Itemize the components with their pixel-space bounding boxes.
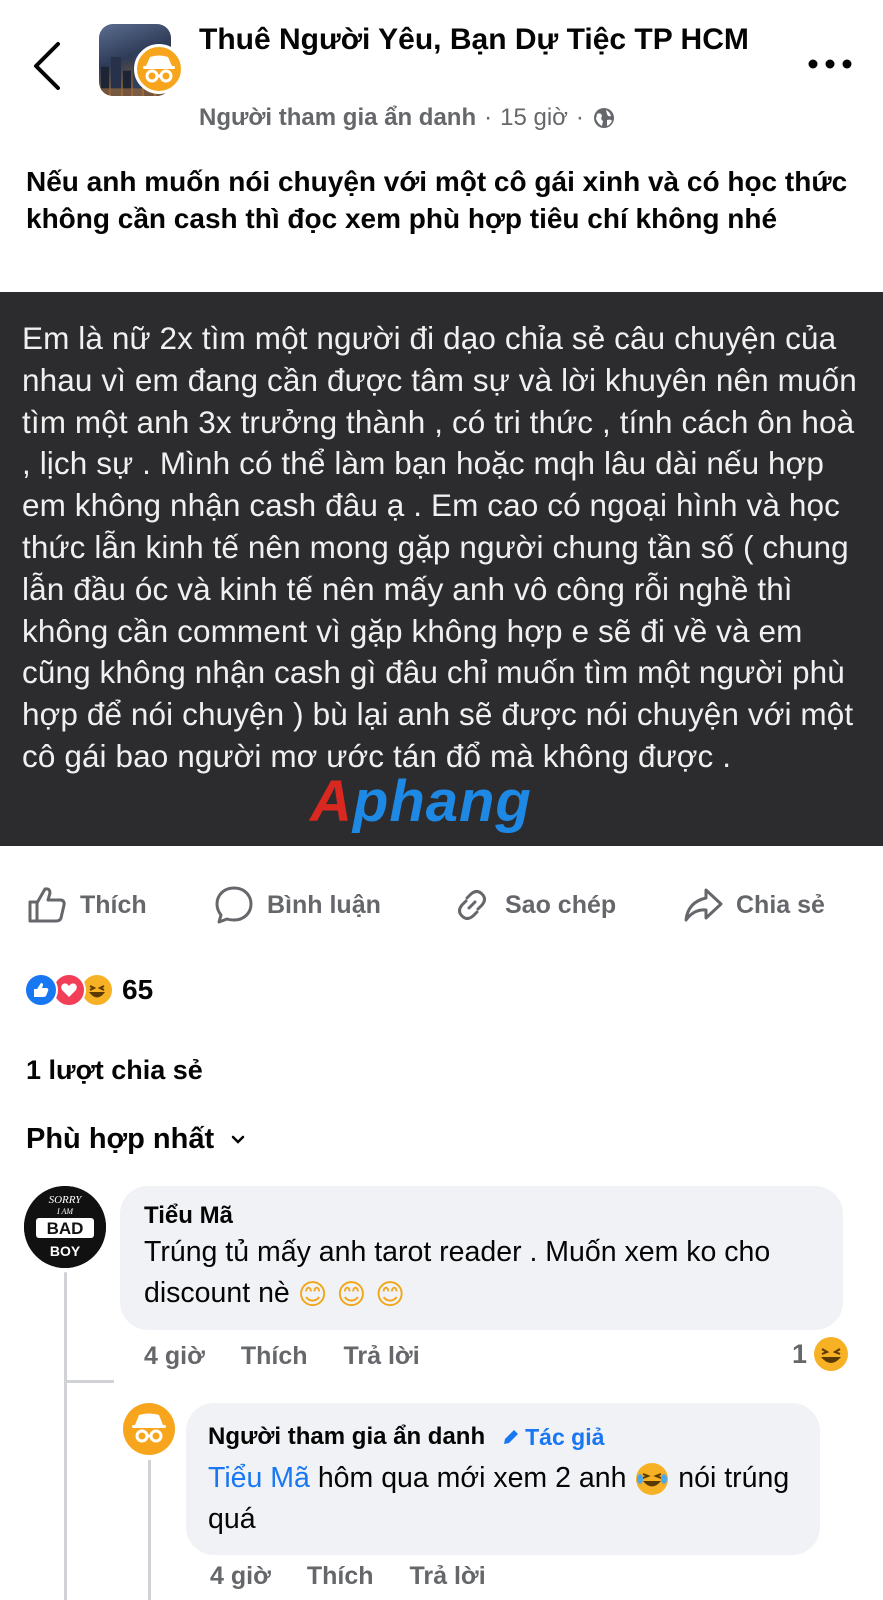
- comment-bubble[interactable]: Tiểu Mã Trúng tủ mấy anh tarot reader . …: [120, 1186, 843, 1330]
- comment-bubble-icon: [215, 886, 253, 924]
- commenter-avatar[interactable]: SORRY I AM BAD BOY: [24, 1186, 106, 1268]
- post-header: Thuê Người Yêu, Bạn Dự Tiệc TP HCM Người…: [0, 0, 883, 145]
- back-arrow-icon[interactable]: [28, 38, 68, 94]
- globe-icon: [593, 108, 614, 128]
- anonymous-badge-icon: [134, 44, 184, 94]
- comment-button[interactable]: Bình luận: [213, 880, 381, 930]
- comment-meta: 4 giờ Thích Trả lời: [144, 1342, 420, 1371]
- post-meta: Người tham gia ẩn danh · 15 giờ ·: [199, 104, 616, 132]
- post-body: Em là nữ 2x tìm một người đi dạo chỉa sẻ…: [22, 320, 857, 774]
- share-count[interactable]: 1 lượt chia sẻ: [26, 1055, 203, 1086]
- reply-meta: 4 giờ Thích Trả lời: [210, 1562, 486, 1591]
- author-badge: Tác giả: [501, 1424, 604, 1451]
- svg-text:I AM: I AM: [56, 1207, 74, 1216]
- reply-header: Người tham gia ẩn danh Tác giả: [208, 1423, 604, 1451]
- like-reaction-icon: [24, 973, 58, 1007]
- svg-text:BOY: BOY: [50, 1243, 81, 1259]
- smile-emoji: 😊 😊 😊: [297, 1277, 405, 1311]
- post-action-bar: Thích Bình luận Sao chép Chia sẻ: [0, 880, 883, 930]
- comment-text: Trúng tủ mấy anh tarot reader . Muốn xem…: [144, 1232, 824, 1315]
- thread-line-continue: [64, 1380, 67, 1600]
- reply-thread-line: [148, 1460, 151, 1600]
- chevron-down-icon: [231, 1135, 245, 1144]
- meta-separator: ·: [484, 104, 493, 131]
- reply-reply-button[interactable]: Trả lời: [410, 1562, 486, 1591]
- post-title: Nếu anh muốn nói chuyện với một cô gái x…: [26, 166, 848, 234]
- reply-text: Tiểu Mã hôm qua mới xem 2 anh nói trúng …: [208, 1462, 790, 1535]
- reply-time: 4 giờ: [210, 1562, 271, 1590]
- copy-label: Sao chép: [505, 890, 617, 919]
- group-title[interactable]: Thuê Người Yêu, Bạn Dự Tiệc TP HCM: [199, 20, 759, 60]
- comment-reaction-count: 1: [792, 1338, 808, 1369]
- share-label: Chia sẻ: [736, 890, 825, 919]
- comment-reaction-summary[interactable]: 1: [792, 1336, 849, 1372]
- laughing-tears-emoji: [636, 1463, 669, 1496]
- like-label: Thích: [80, 890, 147, 919]
- comment-reply-button[interactable]: Trả lời: [344, 1342, 420, 1371]
- mention-link[interactable]: Tiểu Mã: [208, 1462, 310, 1494]
- link-icon: [458, 890, 486, 920]
- watermark-logo: Aphang: [310, 769, 532, 834]
- thumbs-up-icon: [28, 887, 66, 923]
- share-button[interactable]: Chia sẻ: [682, 880, 825, 930]
- meta-separator-2: ·: [575, 104, 584, 131]
- poster-name[interactable]: Người tham gia ẩn danh: [199, 104, 476, 132]
- thread-connector: [64, 1380, 114, 1383]
- share-arrow-icon: [684, 888, 723, 922]
- replier-name[interactable]: Người tham gia ẩn danh: [208, 1423, 485, 1451]
- reaction-count: 65: [122, 974, 154, 1005]
- svg-text:BAD: BAD: [47, 1219, 84, 1238]
- comment-label: Bình luận: [267, 890, 381, 919]
- like-button[interactable]: Thích: [26, 880, 147, 930]
- comment-time: 4 giờ: [144, 1342, 205, 1370]
- haha-reaction-icon: [814, 1337, 849, 1371]
- reply-like-button[interactable]: Thích: [307, 1562, 374, 1591]
- anonymous-avatar[interactable]: [123, 1403, 175, 1455]
- reply-bubble[interactable]: Người tham gia ẩn danh Tác giả Tiểu Mã h…: [186, 1403, 820, 1555]
- sort-label: Phù hợp nhất: [26, 1123, 215, 1155]
- svg-text:SORRY: SORRY: [49, 1194, 84, 1206]
- comment-sort-dropdown[interactable]: Phù hợp nhất: [26, 1123, 246, 1156]
- comment-like-button[interactable]: Thích: [241, 1342, 308, 1371]
- pencil-icon: [504, 1430, 519, 1444]
- more-options-icon[interactable]: [807, 52, 853, 76]
- commenter-name[interactable]: Tiểu Mã: [144, 1202, 233, 1230]
- copy-button[interactable]: Sao chép: [451, 880, 616, 930]
- reaction-summary[interactable]: 65: [24, 970, 153, 1010]
- thread-line: [64, 1272, 67, 1382]
- post-time[interactable]: 15 giờ: [500, 104, 568, 132]
